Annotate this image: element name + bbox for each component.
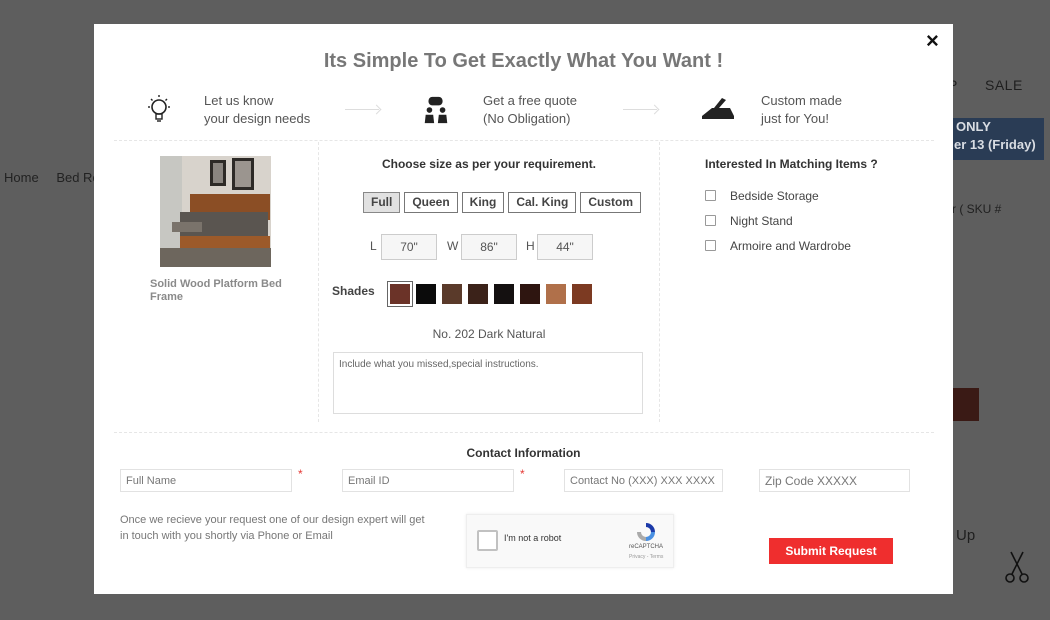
recaptcha-widget: I'm not a robot reCAPTCHA Privacy - Term… (466, 514, 674, 568)
size-options: Full Queen King Cal. King Custom (363, 192, 642, 213)
selected-shade-name: No. 202 Dark Natural (432, 327, 546, 341)
shades-label: Shades (332, 284, 375, 298)
step-3-line-2: just for You! (761, 111, 829, 126)
length-input[interactable]: 70" (381, 234, 437, 260)
checkbox[interactable] (705, 190, 716, 201)
product-name: Solid Wood Platform Bed Frame (150, 278, 282, 303)
recaptcha-label: I'm not a robot (504, 533, 562, 543)
shade-swatch[interactable] (468, 284, 488, 304)
recaptcha-terms[interactable]: Privacy - Terms (629, 554, 663, 560)
arrow-icon (623, 109, 657, 110)
email-input[interactable]: Email ID (342, 469, 514, 492)
follow-up-notice: Once we recieve your request one of our … (120, 514, 425, 542)
height-label: H (526, 239, 535, 253)
matching-item-night-stand[interactable]: Night Stand (705, 214, 793, 228)
divider (659, 142, 660, 422)
step-3-line-1: Custom made (761, 93, 842, 108)
shade-swatch[interactable] (572, 284, 592, 304)
size-option-full[interactable]: Full (363, 192, 401, 213)
arrow-icon (345, 109, 379, 110)
modal-title: Its Simple To Get Exactly What You Want … (323, 50, 724, 72)
step-2-line-1: Get a free quote (483, 93, 577, 108)
size-option-king[interactable]: King (461, 192, 505, 213)
nav-sale-link[interactable]: SALE (985, 77, 1023, 93)
recaptcha-brand: reCAPTCHA (629, 544, 664, 550)
width-label: W (447, 239, 459, 253)
contact-heading: Contact Information (466, 446, 581, 460)
product-image (160, 156, 271, 267)
lightbulb-icon (148, 95, 170, 122)
required-mark: * (520, 467, 525, 481)
matching-items-heading: Interested In Matching Items ? (705, 157, 878, 171)
matching-item-label: Bedside Storage (730, 189, 819, 203)
size-heading: Choose size as per your requirement. (381, 157, 597, 171)
step-1: Let us know your design needs (204, 92, 310, 128)
step-1-line-2: your design needs (204, 111, 311, 126)
recaptcha-logo-icon (637, 523, 655, 541)
matching-item-label: Night Stand (730, 214, 793, 228)
matching-item-label: Armoire and Wardrobe (730, 239, 851, 253)
matching-item-bedside-storage[interactable]: Bedside Storage (705, 189, 819, 203)
background-button (952, 388, 979, 421)
step-2: Get a free quote (No Obligation) (483, 92, 577, 128)
shade-swatch[interactable] (520, 284, 540, 304)
step-1-line-1: Let us know (204, 93, 274, 108)
step-3: Custom made just for You! (761, 92, 842, 128)
size-option-queen[interactable]: Queen (404, 192, 458, 213)
divider (114, 432, 934, 433)
checkbox[interactable] (705, 240, 716, 251)
length-label: L (370, 239, 377, 253)
shade-swatch[interactable] (416, 284, 436, 304)
instructions-textarea[interactable]: Include what you missed,special instruct… (333, 352, 643, 414)
shade-swatch[interactable] (387, 281, 413, 307)
divider (318, 142, 319, 422)
background-text: Up (956, 527, 976, 544)
breadcrumb-home[interactable]: Home (4, 170, 39, 185)
checkbox[interactable] (705, 215, 716, 226)
phone-input[interactable]: Contact No (XXX) XXX XXXX (564, 469, 723, 492)
step-2-line-2: (No Obligation) (483, 111, 571, 126)
shade-swatch[interactable] (546, 284, 566, 304)
shade-swatch[interactable] (442, 284, 462, 304)
submit-request-button[interactable]: Submit Request (769, 538, 893, 564)
woodworking-plane-icon (702, 98, 734, 119)
full-name-input[interactable]: Full Name (120, 469, 292, 492)
recaptcha-checkbox[interactable] (477, 530, 498, 551)
scissors-icon (1005, 551, 1029, 583)
sku-label: r ( SKU # (952, 202, 1002, 216)
promo-line-2: er 13 (Friday) (954, 137, 1036, 152)
required-mark: * (298, 467, 303, 481)
width-input[interactable]: 86" (461, 234, 517, 260)
matching-item-armoire-wardrobe[interactable]: Armoire and Wardrobe (705, 239, 851, 253)
height-input[interactable]: 44" (537, 234, 593, 260)
custom-quote-modal: × Its Simple To Get Exactly What You Wan… (94, 24, 953, 594)
consultation-icon (424, 96, 448, 124)
shade-swatch[interactable] (494, 284, 514, 304)
promo-banner: ONLY er 13 (Friday) (950, 118, 1044, 160)
size-option-cal-king[interactable]: Cal. King (508, 192, 577, 213)
size-option-custom[interactable]: Custom (580, 192, 642, 213)
zip-input[interactable]: Zip Code XXXXX (759, 469, 910, 492)
promo-line-1: ONLY (956, 119, 991, 134)
divider (114, 140, 934, 141)
